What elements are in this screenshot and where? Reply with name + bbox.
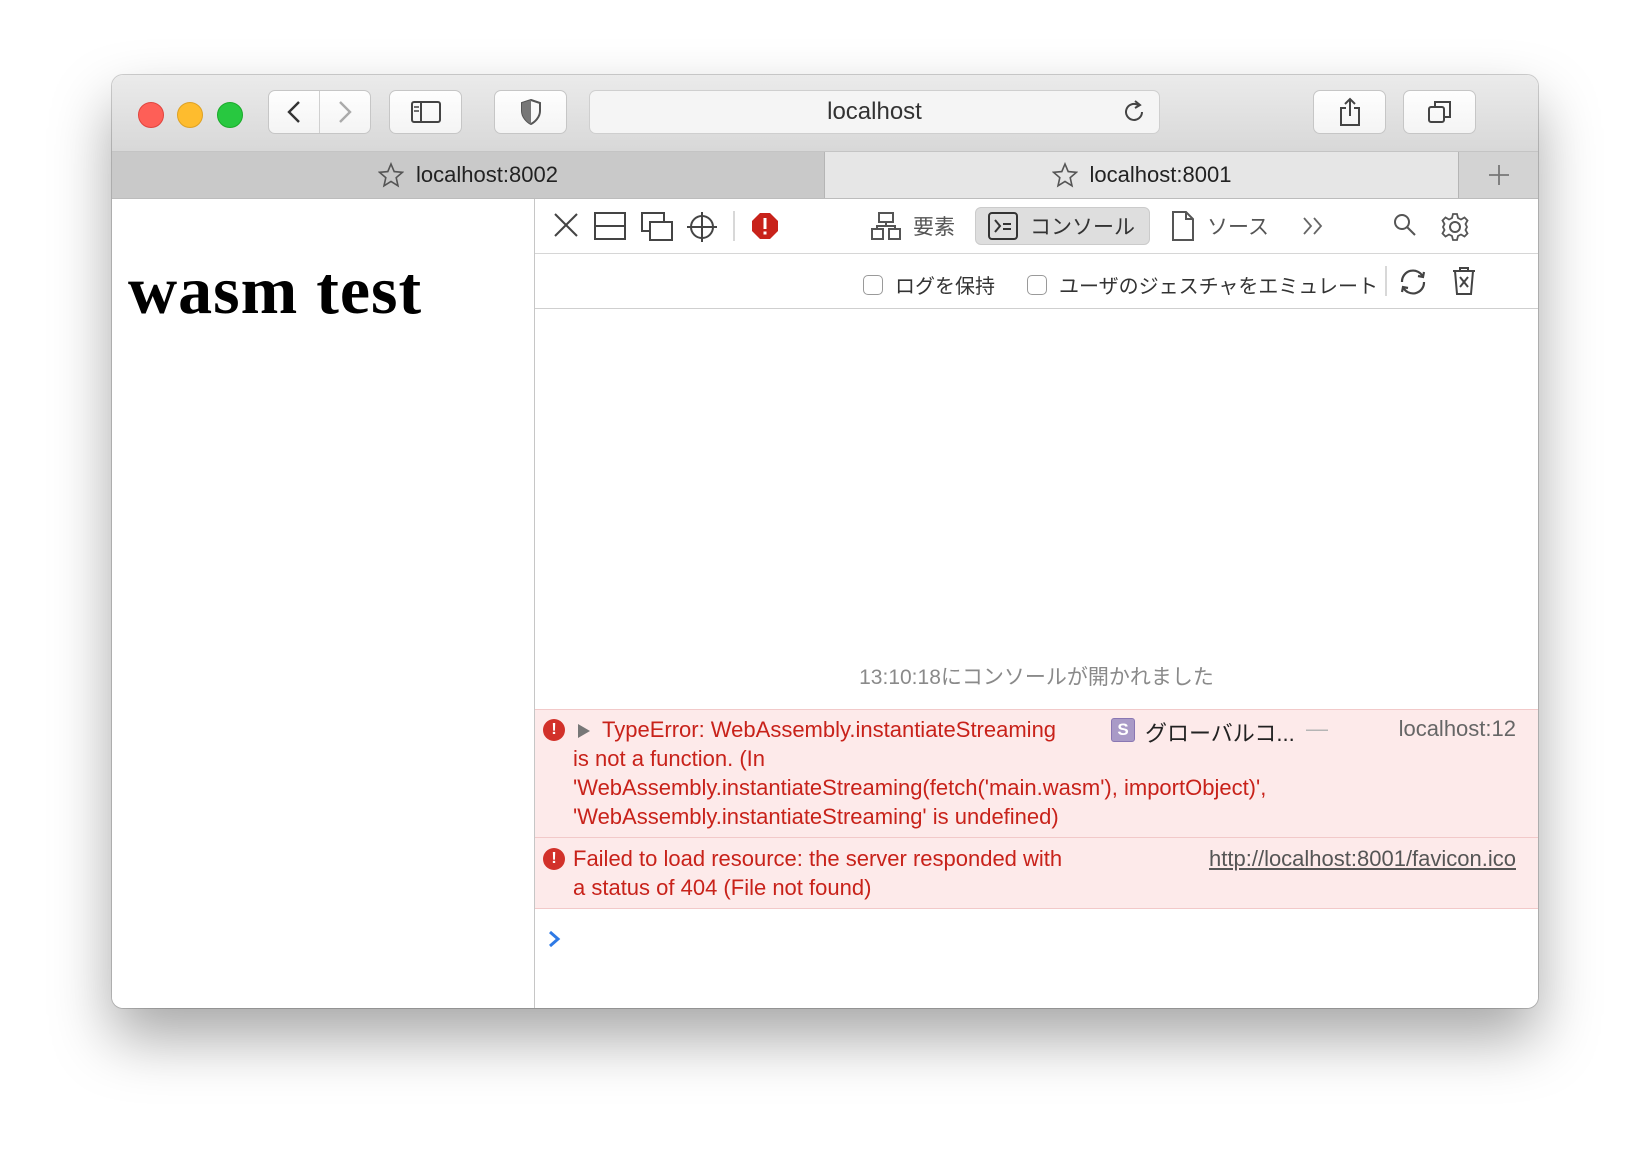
navigation-buttons <box>268 90 371 134</box>
shield-icon <box>520 99 541 125</box>
document-icon <box>1172 211 1194 241</box>
trash-icon[interactable] <box>1452 266 1476 296</box>
tab-localhost-8002[interactable]: localhost:8002 <box>112 152 825 198</box>
console-icon <box>988 212 1018 240</box>
emulate-gesture-checkbox[interactable]: ユーザのジェスチャをエミュレート <box>1027 270 1378 299</box>
search-icon[interactable] <box>1393 213 1417 237</box>
error-line: a status of 404 (File not found) <box>573 875 872 900</box>
back-button[interactable] <box>269 91 319 133</box>
disclosure-triangle-icon[interactable] <box>577 723 591 739</box>
tab-overview-button[interactable] <box>1403 90 1476 134</box>
tab-localhost-8001[interactable]: localhost:8001 <box>825 152 1458 198</box>
title-bar: localhost <box>112 75 1538 152</box>
tab-elements[interactable]: 要素 <box>871 207 955 245</box>
sidebar-icon <box>410 101 441 123</box>
minimize-window-button[interactable] <box>177 102 203 128</box>
tabs-icon <box>1427 101 1451 123</box>
error-line: Failed to load resource: the server resp… <box>573 846 1063 871</box>
toolbar-divider <box>733 211 735 241</box>
error-line: 'WebAssembly.instantiateStreaming' is un… <box>573 804 1059 829</box>
close-window-button[interactable] <box>138 102 164 128</box>
console-error-message[interactable]: ! TypeError: WebAssembly.instantiateStre… <box>535 709 1538 837</box>
new-tab-button[interactable] <box>1458 152 1538 198</box>
reload-console-icon[interactable] <box>1397 266 1429 298</box>
web-page-content: wasm test <box>112 199 535 1008</box>
tab-sources[interactable]: ソース <box>1171 207 1269 245</box>
resource-url-link[interactable]: http://localhost:8001/favicon.ico <box>1209 846 1516 872</box>
close-icon[interactable] <box>553 212 579 238</box>
console-prompt-chevron-icon[interactable] <box>547 929 563 949</box>
chevron-left-icon <box>287 101 300 123</box>
more-tabs-chevron-icon[interactable] <box>1302 216 1324 236</box>
browser-window: localhost localhost:8002 localhost:8001 … <box>112 75 1538 1008</box>
location-separator: — <box>1306 716 1328 741</box>
tab-elements-label: 要素 <box>913 216 955 239</box>
console-opened-message: 13:10:18にコンソールが開かれました <box>859 666 1214 689</box>
crosshair-icon[interactable] <box>687 212 717 242</box>
sidebar-button[interactable] <box>389 90 462 134</box>
error-line: is not a function. (In <box>573 746 765 771</box>
console-output: 13:10:18にコンソールが開かれました ! TypeError: WebAs… <box>535 309 1538 1008</box>
inspector-toolbar: 要素 コンソール ソース <box>535 199 1538 254</box>
error-icon: ! <box>543 719 565 741</box>
reload-icon[interactable] <box>1121 99 1147 125</box>
privacy-report-button[interactable] <box>494 90 567 134</box>
share-button[interactable] <box>1313 90 1386 134</box>
tab-console-label: コンソール <box>1030 216 1135 239</box>
source-location-link[interactable]: localhost:12 <box>1399 716 1516 742</box>
emulate-gesture-label: ユーザのジェスチャをエミュレート <box>1059 276 1378 298</box>
tab-label: localhost:8001 <box>1089 162 1232 187</box>
preserve-log-checkbox[interactable]: ログを保持 <box>863 270 995 299</box>
detach-window-icon[interactable] <box>641 212 673 242</box>
chevron-right-icon <box>339 101 352 123</box>
web-inspector: 要素 コンソール ソース ログを保持 ユーザのジェスチャをエミュレート 13:1… <box>535 199 1538 1008</box>
star-icon <box>378 162 405 188</box>
star-icon <box>1051 162 1078 188</box>
console-filter-bar: ログを保持 ユーザのジェスチャをエミュレート <box>535 254 1538 309</box>
address-text: localhost <box>827 98 922 125</box>
error-line: 'WebAssembly.instantiateStreaming(fetch(… <box>573 775 1267 800</box>
error-octagon-icon[interactable] <box>751 212 779 240</box>
tab-console[interactable]: コンソール <box>975 207 1150 245</box>
call-frame-name: グローバルコ... <box>1145 721 1295 746</box>
checkbox-box[interactable] <box>1027 274 1047 295</box>
error-icon: ! <box>543 848 565 870</box>
filter-divider <box>1385 266 1387 296</box>
checkbox-box[interactable] <box>863 274 883 295</box>
error-line: TypeError: WebAssembly.instantiateStream… <box>602 717 1057 742</box>
zoom-window-button[interactable] <box>217 102 243 128</box>
page-heading: wasm test <box>128 252 423 328</box>
console-error-message[interactable]: ! Failed to load resource: the server re… <box>535 837 1538 909</box>
elements-icon <box>871 212 901 240</box>
tab-bar: localhost:8002 localhost:8001 <box>112 152 1538 199</box>
gear-icon[interactable] <box>1440 212 1470 242</box>
plus-icon <box>1489 165 1509 185</box>
share-icon <box>1339 97 1360 126</box>
tab-label: localhost:8002 <box>416 162 558 187</box>
address-bar[interactable]: localhost <box>589 90 1160 134</box>
source-badge: S <box>1111 718 1135 742</box>
tab-sources-label: ソース <box>1207 216 1269 239</box>
preserve-log-label: ログを保持 <box>895 276 995 298</box>
forward-button[interactable] <box>319 91 370 133</box>
dock-bottom-icon[interactable] <box>594 212 626 240</box>
